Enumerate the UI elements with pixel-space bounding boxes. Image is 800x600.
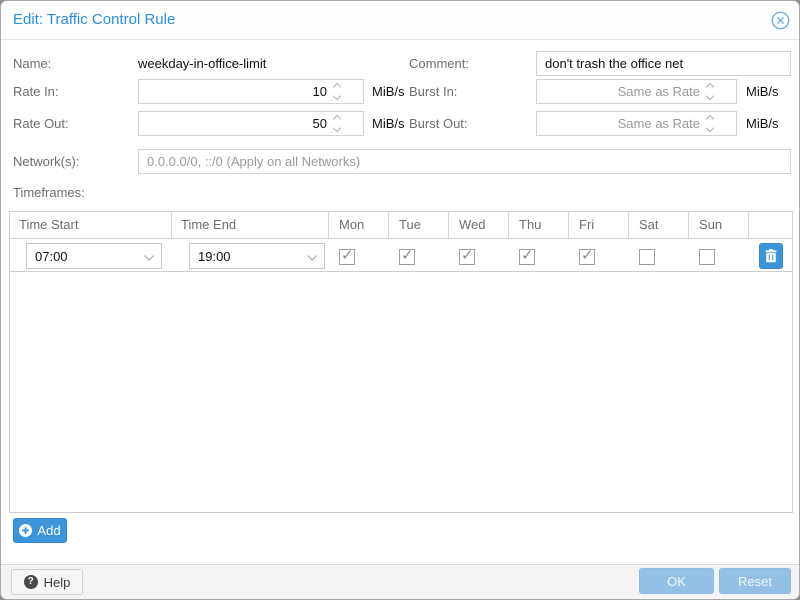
column-header-sun[interactable]: Sun	[689, 212, 749, 238]
timeframes-grid: Time Start Time End Mon Tue Wed Thu Fri …	[9, 211, 793, 513]
networks-label: Network(s):	[13, 149, 79, 174]
fri-checkbox[interactable]	[579, 249, 595, 265]
comment-input[interactable]	[536, 51, 791, 76]
burst-in-unit: MiB/s	[746, 79, 779, 104]
window-header: Edit: Traffic Control Rule	[1, 1, 799, 40]
column-header-actions	[749, 212, 792, 238]
rate-in-unit: MiB/s	[372, 79, 405, 104]
delete-row-button[interactable]	[759, 243, 783, 269]
time-start-value: 07:00	[27, 249, 68, 264]
rate-out-spinner[interactable]	[330, 113, 344, 134]
column-header-mon[interactable]: Mon	[329, 212, 389, 238]
thu-checkbox[interactable]	[519, 249, 535, 265]
grid-header: Time Start Time End Mon Tue Wed Thu Fri …	[10, 212, 792, 239]
rate-out-label: Rate Out:	[13, 111, 69, 136]
chevron-down-icon	[144, 251, 154, 261]
edit-traffic-control-rule-dialog: Edit: Traffic Control Rule Name: weekday…	[0, 0, 800, 600]
burst-in-spinner[interactable]	[703, 81, 717, 102]
mon-checkbox[interactable]	[339, 249, 355, 265]
add-button[interactable]: Add	[13, 518, 67, 543]
wed-checkbox[interactable]	[459, 249, 475, 265]
name-value: weekday-in-office-limit	[138, 51, 266, 76]
column-header-time-start[interactable]: Time Start	[10, 212, 172, 238]
rate-in-label: Rate In:	[13, 79, 59, 104]
chevron-down-icon	[307, 251, 317, 261]
rate-out-unit: MiB/s	[372, 111, 405, 136]
add-button-label: Add	[37, 523, 60, 538]
ok-button[interactable]: OK	[639, 568, 714, 594]
ok-button-label: OK	[667, 574, 686, 589]
close-icon[interactable]	[771, 11, 790, 30]
reset-button-label: Reset	[738, 574, 772, 589]
burst-out-label: Burst Out:	[409, 111, 468, 136]
footer-toolbar: ? Help OK Reset	[1, 564, 799, 599]
burst-in-label: Burst In:	[409, 79, 457, 104]
time-end-combo[interactable]: 19:00	[189, 243, 325, 269]
question-circle-icon: ?	[24, 575, 38, 589]
column-header-sat[interactable]: Sat	[629, 212, 689, 238]
window-title: Edit: Traffic Control Rule	[13, 1, 175, 39]
column-header-fri[interactable]: Fri	[569, 212, 629, 238]
column-header-wed[interactable]: Wed	[449, 212, 509, 238]
help-button[interactable]: ? Help	[11, 569, 83, 595]
sat-checkbox[interactable]	[639, 249, 655, 265]
timeframes-label: Timeframes:	[13, 180, 85, 205]
column-header-time-end[interactable]: Time End	[172, 212, 329, 238]
column-header-thu[interactable]: Thu	[509, 212, 569, 238]
networks-input[interactable]	[138, 149, 791, 174]
time-start-combo[interactable]: 07:00	[26, 243, 162, 269]
column-header-tue[interactable]: Tue	[389, 212, 449, 238]
help-button-label: Help	[44, 575, 71, 590]
plus-circle-icon	[19, 524, 32, 537]
comment-label: Comment:	[409, 51, 469, 76]
reset-button[interactable]: Reset	[719, 568, 791, 594]
trash-icon	[765, 249, 777, 263]
timeframe-row: 07:00 19:00	[10, 239, 792, 272]
name-label: Name:	[13, 51, 51, 76]
burst-out-spinner[interactable]	[703, 113, 717, 134]
tue-checkbox[interactable]	[399, 249, 415, 265]
time-end-value: 19:00	[190, 249, 231, 264]
rate-in-spinner[interactable]	[330, 81, 344, 102]
sun-checkbox[interactable]	[699, 249, 715, 265]
burst-out-unit: MiB/s	[746, 111, 779, 136]
